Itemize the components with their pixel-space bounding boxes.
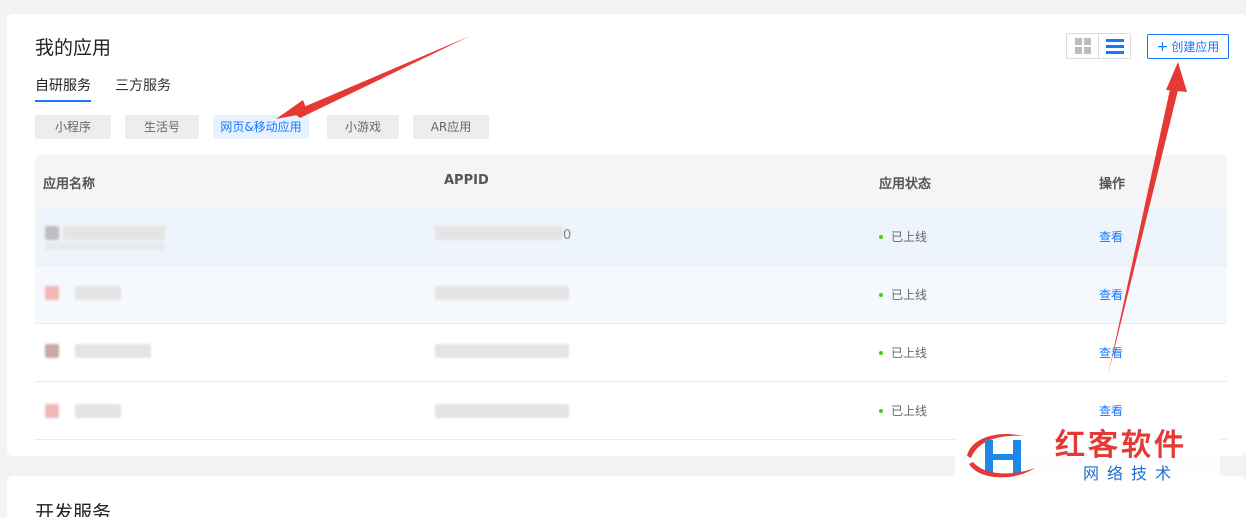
- service-tabs: 自研服务 三方服务: [35, 75, 171, 102]
- apps-table: 应用名称 APPID 应用状态 操作 0 已上线 查看 已上线 查看 已上线 查…: [35, 155, 1227, 440]
- app-name-blurred: [75, 344, 151, 358]
- col-actions: 操作: [1099, 177, 1126, 192]
- appid-blurred: [435, 344, 569, 358]
- table-row: 0 已上线 查看: [35, 208, 1227, 266]
- status-cell: 已上线: [879, 228, 927, 245]
- col-appid: APPID: [444, 173, 489, 188]
- page-title: 我的应用: [35, 37, 112, 59]
- appid-blurred: [435, 286, 569, 300]
- view-toggle: [1066, 33, 1131, 59]
- view-link[interactable]: 查看: [1099, 402, 1123, 419]
- watermark-main-text: 红客软件: [1055, 428, 1187, 463]
- status-dot-icon: [879, 408, 883, 413]
- status-text: 已上线: [891, 230, 928, 244]
- chip-web-mobile-app[interactable]: 网页&移动应用: [213, 115, 309, 139]
- create-app-button[interactable]: + 创建应用: [1147, 34, 1229, 59]
- table-row: 已上线 查看: [35, 266, 1227, 324]
- status-dot-icon: [879, 234, 883, 239]
- list-view-icon: [1105, 38, 1124, 54]
- col-app-name: 应用名称: [43, 177, 96, 192]
- status-dot-icon: [879, 350, 883, 355]
- status-text: 已上线: [891, 288, 928, 302]
- appid-blurred: [435, 226, 563, 240]
- grid-view-icon: [1074, 38, 1091, 54]
- view-link[interactable]: 查看: [1099, 286, 1123, 303]
- status-cell: 已上线: [879, 344, 927, 361]
- table-row: 已上线 查看: [35, 324, 1227, 382]
- chip-life-account[interactable]: 生活号: [125, 115, 199, 139]
- grid-view-button[interactable]: [1067, 34, 1098, 58]
- watermark-sub-text: 网络技术: [1083, 464, 1180, 483]
- tab-third-party[interactable]: 三方服务: [115, 75, 171, 102]
- col-app-status: 应用状态: [879, 177, 932, 192]
- my-apps-card: 我的应用 自研服务 三方服务 小程序 生活号 网页&移动应用 小游戏 AR应用 …: [7, 14, 1246, 456]
- status-cell: 已上线: [879, 286, 927, 303]
- list-view-button[interactable]: [1098, 34, 1130, 58]
- status-text: 已上线: [891, 404, 928, 418]
- app-icon: [45, 286, 59, 300]
- appid-tail: 0: [563, 228, 572, 243]
- section-title: 开发服务: [35, 502, 112, 517]
- app-name-blurred: [63, 226, 165, 240]
- app-icon: [45, 344, 59, 358]
- table-header: 应用名称 APPID 应用状态 操作: [35, 155, 1227, 208]
- status-cell: 已上线: [879, 402, 927, 419]
- app-type-filter: 小程序 生活号 网页&移动应用 小游戏 AR应用: [35, 115, 489, 139]
- app-name-blurred: [75, 404, 121, 418]
- watermark: 红客软件 网络技术: [955, 418, 1220, 488]
- appid-blurred: [435, 404, 569, 418]
- chip-mini-game[interactable]: 小游戏: [327, 115, 399, 139]
- status-text: 已上线: [891, 346, 928, 360]
- app-icon: [45, 226, 59, 240]
- app-name-blurred: [75, 286, 121, 300]
- tab-self-developed[interactable]: 自研服务: [35, 75, 91, 102]
- chip-ar-app[interactable]: AR应用: [413, 115, 489, 139]
- chip-mini-program[interactable]: 小程序: [35, 115, 111, 139]
- app-icon: [45, 404, 59, 418]
- app-name-blurred-sub: [45, 242, 165, 250]
- view-link[interactable]: 查看: [1099, 344, 1123, 361]
- create-app-label: 创建应用: [1171, 40, 1220, 54]
- plus-icon: +: [1156, 38, 1169, 55]
- view-link[interactable]: 查看: [1099, 228, 1123, 245]
- watermark-logo: [967, 434, 1035, 478]
- status-dot-icon: [879, 292, 883, 297]
